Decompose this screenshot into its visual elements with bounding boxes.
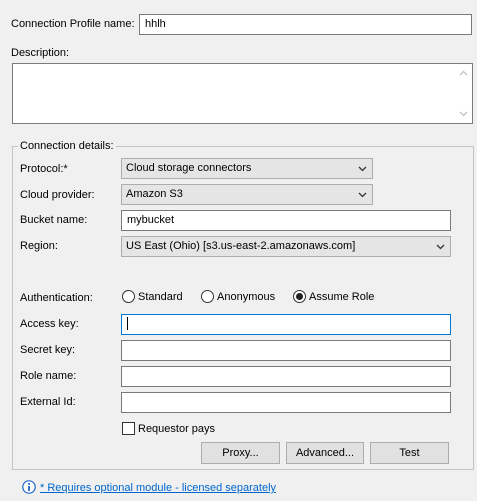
profile-name-input[interactable]: hhlh [139,14,472,35]
access-key-input[interactable] [121,314,451,335]
auth-anonymous-label[interactable]: Anonymous [217,290,275,304]
protocol-label: Protocol:* [20,163,68,175]
connection-details-title: Connection details: [18,139,116,153]
description-scrollbar[interactable] [455,64,472,123]
chevron-down-icon [358,192,367,198]
secret-key-label: Secret key: [20,344,76,356]
external-id-label: External Id: [20,396,76,408]
cloud-provider-label: Cloud provider: [20,189,95,201]
requestor-pays-checkbox[interactable] [122,422,135,435]
access-key-label: Access key: [20,318,79,330]
auth-standard-radio[interactable] [122,290,135,303]
role-name-label: Role name: [20,370,77,382]
description-label: Description: [11,47,70,59]
profile-name-label: Connection Profile name: [11,18,135,30]
chevron-down-icon [436,244,445,250]
auth-standard-label[interactable]: Standard [138,290,183,304]
bucket-name-label: Bucket name: [20,214,88,226]
description-textarea[interactable] [12,63,473,124]
authentication-label: Authentication: [20,292,93,304]
requestor-pays-label[interactable]: Requestor pays [138,422,215,436]
chevron-down-icon [358,166,367,172]
bucket-name-input[interactable]: mybucket [121,210,451,231]
optional-module-link[interactable]: * Requires optional module - licensed se… [40,481,276,495]
cloud-provider-select[interactable]: Amazon S3 [121,184,373,205]
proxy-button[interactable]: Proxy... [201,442,280,464]
info-icon [22,480,36,494]
region-select-value: US East (Ohio) [s3.us-east-2.amazonaws.c… [126,240,356,252]
advanced-button[interactable]: Advanced... [286,442,364,464]
region-select[interactable]: US East (Ohio) [s3.us-east-2.amazonaws.c… [121,236,451,257]
cloud-provider-select-value: Amazon S3 [126,188,183,200]
auth-anonymous-radio[interactable] [201,290,214,303]
region-label: Region: [20,240,58,252]
scroll-down-icon[interactable] [459,111,468,117]
protocol-select[interactable]: Cloud storage connectors [121,158,373,179]
external-id-input[interactable] [121,392,451,413]
secret-key-input[interactable] [121,340,451,361]
auth-assume-role-radio[interactable] [293,290,306,303]
test-button[interactable]: Test [370,442,449,464]
scroll-up-icon[interactable] [459,70,468,76]
auth-assume-role-label[interactable]: Assume Role [309,290,374,304]
protocol-select-value: Cloud storage connectors [126,162,252,174]
role-name-input[interactable] [121,366,451,387]
text-caret [127,316,128,330]
